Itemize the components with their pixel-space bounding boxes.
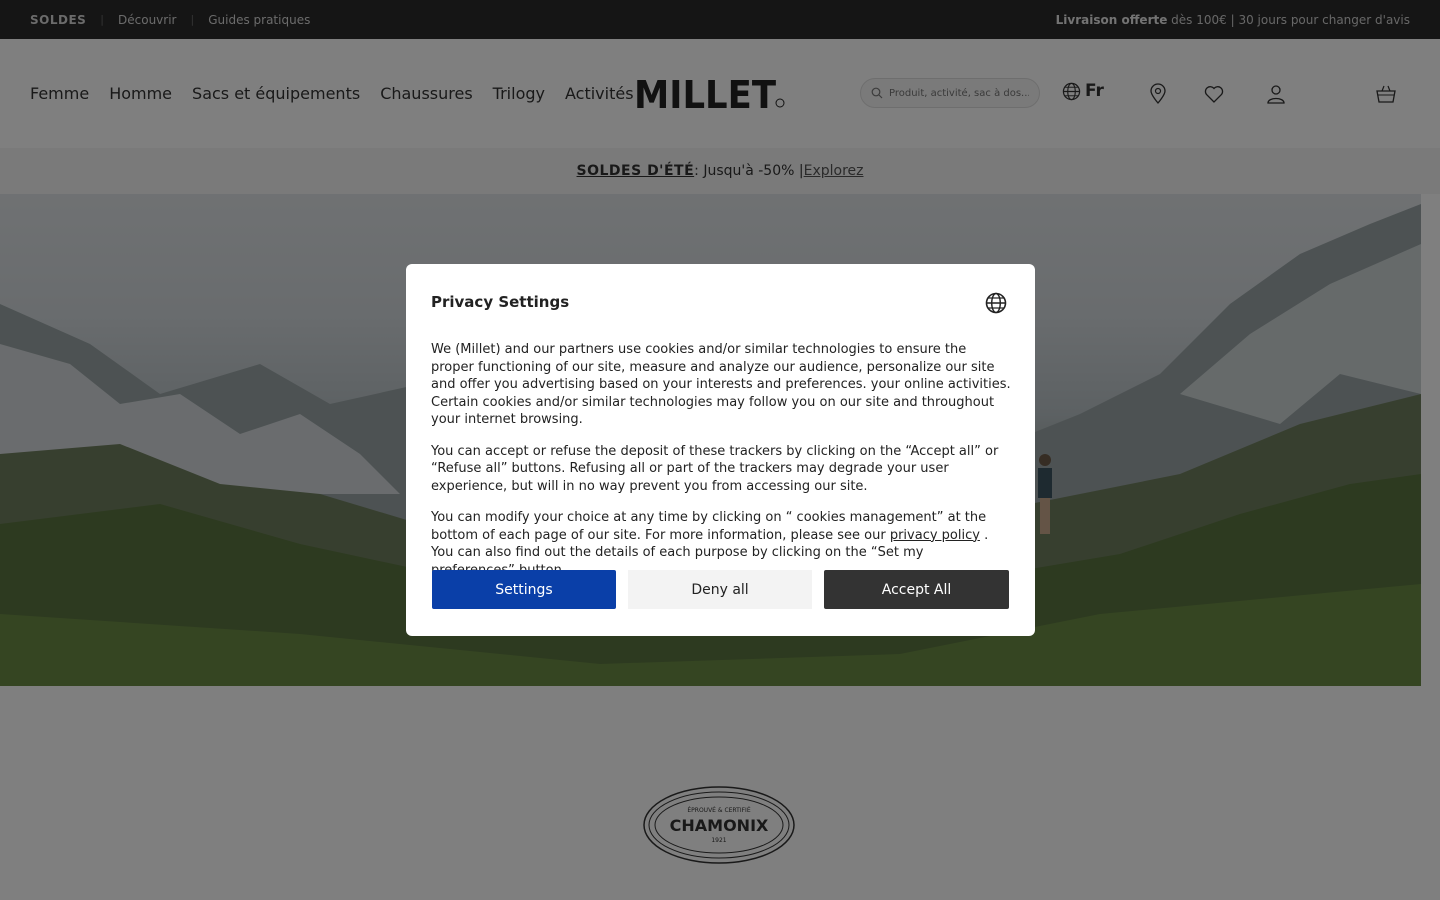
- language-globe-icon[interactable]: [985, 292, 1007, 314]
- settings-button[interactable]: Settings: [432, 570, 616, 609]
- modal-body: We (Millet) and our partners use cookies…: [431, 341, 1011, 593]
- modal-paragraph-2: You can accept or refuse the deposit of …: [431, 443, 999, 494]
- deny-all-button[interactable]: Deny all: [628, 570, 812, 609]
- privacy-settings-modal: Privacy Settings We (Millet) and our par…: [406, 264, 1035, 636]
- modal-paragraph-1: We (Millet) and our partners use cookies…: [431, 342, 1011, 427]
- modal-paragraph-3: You can modify your choice at any time b…: [431, 509, 1011, 579]
- accept-all-button[interactable]: Accept All: [824, 570, 1009, 609]
- privacy-policy-link[interactable]: privacy policy: [890, 528, 980, 543]
- modal-title: Privacy Settings: [431, 293, 570, 311]
